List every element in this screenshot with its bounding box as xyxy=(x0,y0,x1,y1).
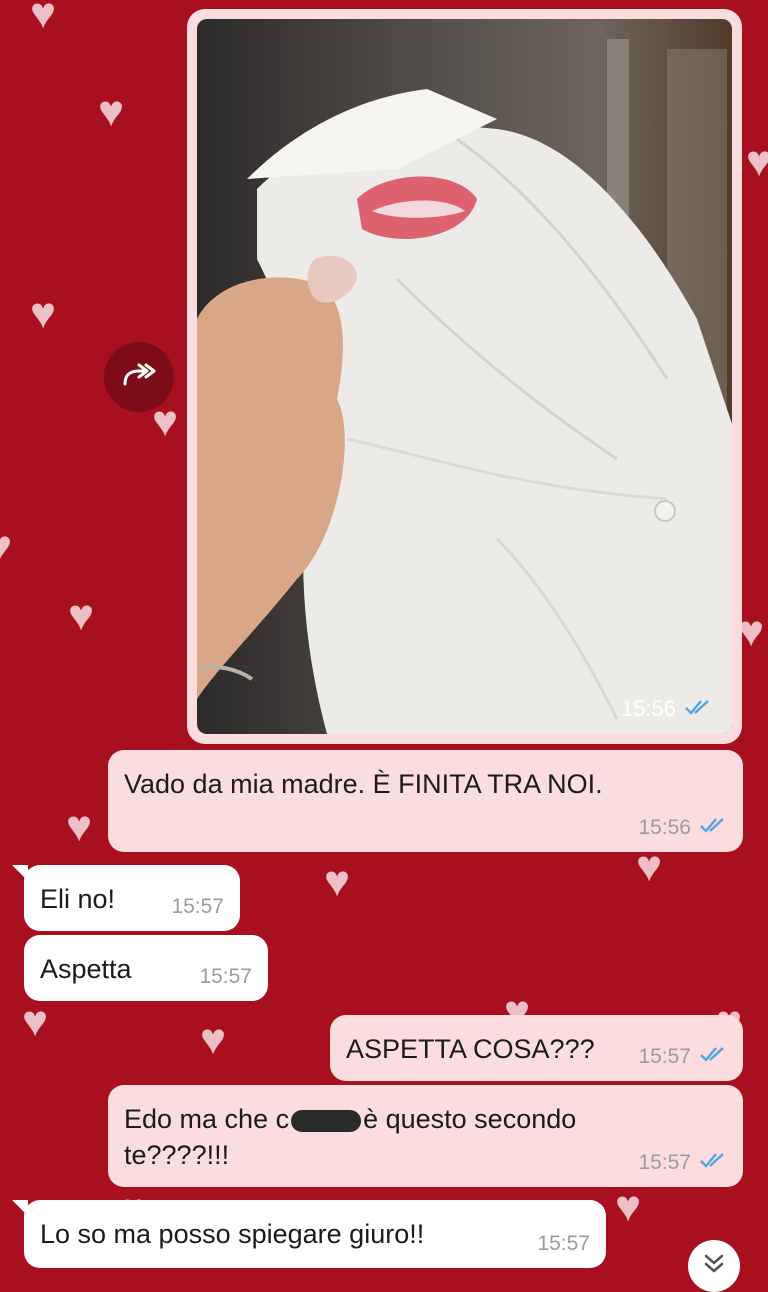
double-check-icon xyxy=(699,1045,727,1069)
forward-button[interactable] xyxy=(104,342,174,412)
photo-message[interactable]: 15:56 xyxy=(187,9,742,744)
wallpaper-heart: ♥ xyxy=(615,1182,642,1231)
message-meta: 15:56 xyxy=(638,816,727,840)
message-time: 15:56 xyxy=(638,816,691,839)
forward-icon xyxy=(119,360,159,395)
double-check-icon xyxy=(684,696,712,722)
double-check-icon xyxy=(699,1151,727,1175)
message-text-part: Edo ma che c xyxy=(124,1104,290,1134)
wallpaper-heart: ♥ xyxy=(0,525,12,569)
message-time: 15:56 xyxy=(620,696,676,721)
message-text: Vado da mia madre. È FINITA TRA NOI. xyxy=(124,769,603,799)
message-text: Lo so ma posso spiegare giuro!! xyxy=(40,1219,425,1249)
message-time: 15:57 xyxy=(171,895,224,918)
message-text: Edo ma che c è questo secondo te????!!! xyxy=(124,1101,576,1173)
message-meta: 15:57 xyxy=(537,1232,590,1256)
message-text: Aspetta xyxy=(40,954,132,984)
outgoing-message[interactable]: Edo ma che c è questo secondo te????!!! 1… xyxy=(108,1085,743,1187)
outgoing-message[interactable]: Vado da mia madre. È FINITA TRA NOI. 15:… xyxy=(108,750,743,852)
incoming-message[interactable]: Eli no! 15:57 xyxy=(24,865,240,931)
message-meta: 15:57 xyxy=(638,1151,727,1175)
message-meta: 15:57 xyxy=(171,895,224,919)
message-text: ASPETTA COSA??? xyxy=(346,1034,595,1064)
wallpaper-heart: ♥ xyxy=(22,997,49,1046)
message-time: 15:57 xyxy=(199,965,252,988)
wallpaper-heart: ♥ xyxy=(30,289,57,338)
message-meta: 15:57 xyxy=(638,1045,727,1069)
message-time: 15:57 xyxy=(638,1151,691,1174)
double-check-icon xyxy=(699,816,727,840)
scroll-to-bottom-button[interactable] xyxy=(688,1240,740,1292)
redaction-mark xyxy=(291,1109,362,1132)
outgoing-message[interactable]: ASPETTA COSA??? 15:57 xyxy=(330,1015,743,1081)
wallpaper-heart: ♥ xyxy=(746,137,768,186)
wallpaper-heart: ♥ xyxy=(324,857,351,906)
wallpaper-heart: ♥ xyxy=(30,0,57,38)
message-text: Eli no! xyxy=(40,884,116,914)
message-time: 15:57 xyxy=(638,1045,691,1068)
wallpaper-heart: ♥ xyxy=(68,591,95,640)
incoming-message[interactable]: Lo so ma posso spiegare giuro!! 15:57 xyxy=(24,1200,606,1268)
wallpaper-heart: ♥ xyxy=(200,1015,227,1064)
message-meta: 15:57 xyxy=(199,965,252,989)
incoming-message[interactable]: Aspetta 15:57 xyxy=(24,935,268,1001)
message-text-part: te????!!! xyxy=(124,1140,230,1170)
wallpaper-heart: ♥ xyxy=(66,802,93,851)
shirt-photo[interactable]: 15:56 xyxy=(197,19,732,734)
message-time: 15:57 xyxy=(537,1232,590,1255)
message-text-part: è questo secondo xyxy=(363,1104,577,1134)
photo-meta: 15:56 xyxy=(621,696,712,722)
wallpaper-heart: ♥ xyxy=(98,87,125,136)
